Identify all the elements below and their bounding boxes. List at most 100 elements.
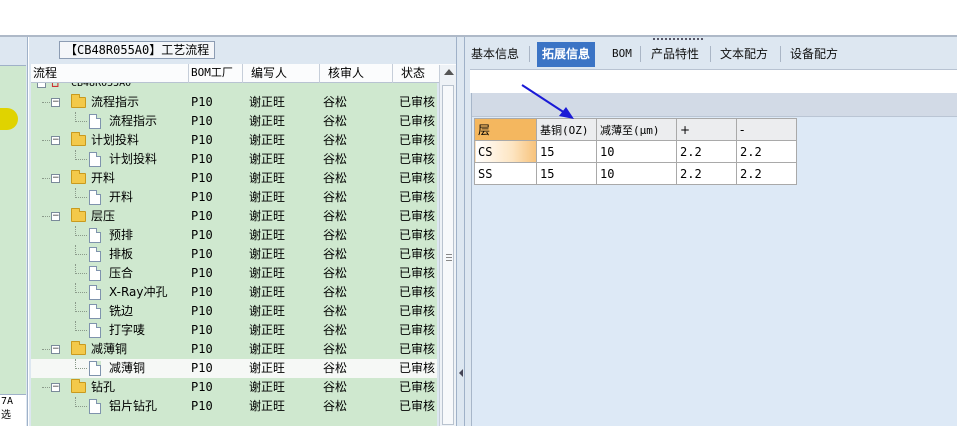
collapse-toggle-icon[interactable]: − bbox=[51, 212, 60, 221]
tree-step-row[interactable]: 流程指示 P10 谢正旺 谷松 已审核 bbox=[31, 112, 437, 131]
tree-cell-writer: 谢正旺 bbox=[249, 342, 286, 356]
grid-cell-layer[interactable]: CS bbox=[474, 140, 537, 163]
tab-product-characteristics[interactable]: 产品特性 bbox=[651, 42, 699, 66]
folder-icon bbox=[71, 208, 86, 222]
collapse-toggle-icon[interactable]: − bbox=[51, 345, 60, 354]
tree-cell-status: 已审核 bbox=[399, 399, 436, 413]
detail-tab-bar: 基本信息 拓展信息 BOM 产品特性 文本配方 设备配方 bbox=[465, 42, 957, 67]
tree-step-row[interactable]: 排板 P10 谢正旺 谷松 已审核 bbox=[31, 245, 437, 264]
tree-column-header: 流程 BOM工厂 编写人 核审人 状态 bbox=[31, 64, 456, 83]
tree-cell-bom-factory: P10 bbox=[191, 247, 213, 261]
tree-folder-row[interactable]: − 流程指示 P10 谢正旺 谷松 已审核 bbox=[31, 93, 437, 112]
tree-cell-bom-factory: P10 bbox=[191, 171, 213, 185]
tree-step-row[interactable]: 减薄铜 P10 谢正旺 谷松 已审核 bbox=[31, 359, 437, 378]
tree-step-row[interactable]: 铣边 P10 谢正旺 谷松 已审核 bbox=[31, 302, 437, 321]
grid-header-plus[interactable]: + bbox=[676, 118, 737, 141]
tree-cell-bom-factory: P10 bbox=[191, 228, 213, 242]
column-header-process[interactable]: 流程 bbox=[31, 64, 189, 83]
document-icon bbox=[89, 190, 101, 205]
grid-cell-layer[interactable]: SS bbox=[474, 162, 537, 185]
grid-row[interactable]: SS 15 10 2.2 2.2 bbox=[474, 162, 797, 185]
grid-row[interactable]: CS 15 10 2.2 2.2 bbox=[474, 140, 797, 163]
collapse-toggle-icon[interactable]: − bbox=[51, 98, 60, 107]
tree-cell-status: 已审核 bbox=[399, 247, 436, 261]
tree-step-row[interactable]: X-Ray冲孔 P10 谢正旺 谷松 已审核 bbox=[31, 283, 437, 302]
tree-cell-reviewer: 谷松 bbox=[323, 399, 348, 413]
tab-separator bbox=[640, 46, 641, 62]
grid-cell-base-copper[interactable]: 15 bbox=[536, 162, 597, 185]
tree-step-row[interactable]: 开料 P10 谢正旺 谷松 已审核 bbox=[31, 188, 437, 207]
grid-cell-plus[interactable]: 2.2 bbox=[676, 140, 737, 163]
tab-basic-info[interactable]: 基本信息 bbox=[471, 42, 519, 66]
tree-cell-status: 已审核 bbox=[399, 95, 436, 109]
tree-cell-reviewer: 谷松 bbox=[323, 247, 348, 261]
tree-cell-writer: 谢正旺 bbox=[249, 228, 286, 242]
splitter-collapse-arrow-icon[interactable] bbox=[459, 369, 463, 377]
tree-cell-status: 已审核 bbox=[399, 114, 436, 128]
scroll-thumb[interactable] bbox=[442, 85, 454, 425]
grid-header-minus[interactable]: - bbox=[736, 118, 797, 141]
grid-cell-minus[interactable]: 2.2 bbox=[736, 162, 797, 185]
tree-cell-writer: 谢正旺 bbox=[249, 266, 286, 280]
document-icon bbox=[89, 323, 101, 338]
tree-cell-writer: 谢正旺 bbox=[249, 323, 286, 337]
left-panel-label-line-2: 选 bbox=[1, 410, 11, 421]
tree-connector bbox=[75, 159, 87, 160]
vertical-splitter[interactable] bbox=[456, 37, 465, 426]
grid-header-base-copper[interactable]: 基铜(OZ) bbox=[536, 118, 597, 141]
column-header-bom-factory[interactable]: BOM工厂 bbox=[189, 64, 243, 83]
column-header-writer[interactable]: 编写人 bbox=[243, 64, 320, 83]
tree-cell-writer: 谢正旺 bbox=[249, 399, 286, 413]
tab-equipment-recipe[interactable]: 设备配方 bbox=[790, 42, 838, 66]
tree-cell-reviewer: 谷松 bbox=[323, 266, 348, 280]
grid-cell-thinned-to[interactable]: 10 bbox=[596, 162, 677, 185]
tab-text-recipe[interactable]: 文本配方 bbox=[720, 42, 768, 66]
tree-connector bbox=[75, 273, 87, 274]
tree-cell-reviewer: 谷松 bbox=[323, 285, 348, 299]
scroll-up-arrow-icon[interactable] bbox=[444, 69, 454, 75]
column-header-status[interactable]: 状态 bbox=[393, 64, 441, 83]
tree-folder-row[interactable]: − 减薄铜 P10 谢正旺 谷松 已审核 bbox=[31, 340, 437, 359]
tree-cell-bom-factory: P10 bbox=[191, 190, 213, 204]
tree-root-row[interactable]: − ⌂ CB48R055A0 bbox=[31, 83, 437, 93]
tree-folder-row[interactable]: − 钻孔 P10 谢正旺 谷松 已审核 bbox=[31, 378, 437, 397]
top-blank-area bbox=[0, 0, 957, 35]
collapse-toggle-icon[interactable]: − bbox=[51, 383, 60, 392]
tree-step-row[interactable]: 计划投料 P10 谢正旺 谷松 已审核 bbox=[31, 150, 437, 169]
folder-icon bbox=[71, 341, 86, 355]
tab-separator bbox=[710, 46, 711, 62]
tree-cell-status: 已审核 bbox=[399, 323, 436, 337]
grid-cell-base-copper[interactable]: 15 bbox=[536, 140, 597, 163]
column-header-reviewer[interactable]: 核审人 bbox=[320, 64, 393, 83]
tree-scrollbar[interactable] bbox=[439, 65, 456, 426]
tab-separator bbox=[529, 46, 530, 62]
tree-folder-row[interactable]: − 计划投料 P10 谢正旺 谷松 已审核 bbox=[31, 131, 437, 150]
tree-cell-reviewer: 谷松 bbox=[323, 152, 348, 166]
tree-step-row[interactable]: 预排 P10 谢正旺 谷松 已审核 bbox=[31, 226, 437, 245]
collapse-toggle-icon[interactable]: − bbox=[51, 136, 60, 145]
folder-icon bbox=[71, 170, 86, 184]
tree-step-row[interactable]: 压合 P10 谢正旺 谷松 已审核 bbox=[31, 264, 437, 283]
tree-step-row[interactable]: 打字唛 P10 谢正旺 谷松 已审核 bbox=[31, 321, 437, 340]
tree-connector bbox=[75, 235, 87, 236]
tree-cell-reviewer: 谷松 bbox=[323, 114, 348, 128]
grid-header-layer[interactable]: 层 bbox=[474, 118, 537, 141]
tree-step-label: 开料 bbox=[109, 190, 134, 204]
tree-cell-bom-factory: P10 bbox=[191, 133, 213, 147]
tab-extended-info[interactable]: 拓展信息 bbox=[537, 42, 596, 67]
grid-header-thinned-to[interactable]: 减薄至(μm) bbox=[596, 118, 677, 141]
tree-step-row[interactable]: 铝片钻孔 P10 谢正旺 谷松 已审核 bbox=[31, 397, 437, 416]
left-panel-label: 7A 选 bbox=[0, 394, 26, 426]
document-icon bbox=[89, 247, 101, 262]
document-icon bbox=[89, 114, 101, 129]
tree-folder-label: 钻孔 bbox=[91, 380, 116, 394]
tree-connector bbox=[75, 311, 87, 312]
collapse-toggle-icon[interactable]: − bbox=[51, 174, 60, 183]
collapse-toggle-icon[interactable]: − bbox=[37, 83, 46, 88]
tree-folder-row[interactable]: − 层压 P10 谢正旺 谷松 已审核 bbox=[31, 207, 437, 226]
tab-bom[interactable]: BOM bbox=[612, 42, 632, 66]
tree-folder-row[interactable]: − 开料 P10 谢正旺 谷松 已审核 bbox=[31, 169, 437, 188]
grid-cell-minus[interactable]: 2.2 bbox=[736, 140, 797, 163]
grid-cell-thinned-to[interactable]: 10 bbox=[596, 140, 677, 163]
grid-cell-plus[interactable]: 2.2 bbox=[676, 162, 737, 185]
